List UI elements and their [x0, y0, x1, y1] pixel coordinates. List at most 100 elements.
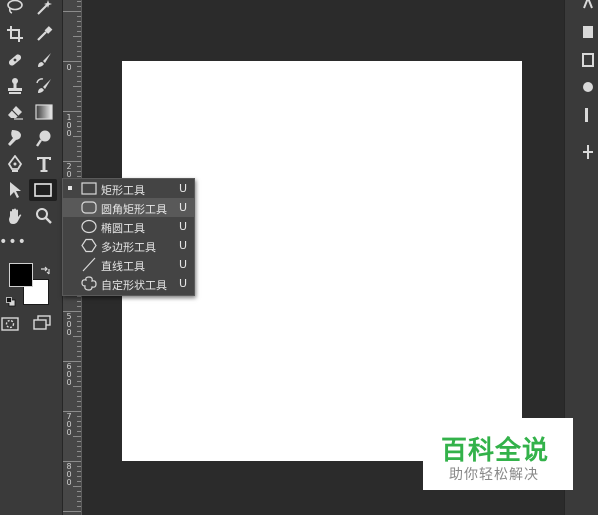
ruler-tick: [63, 311, 81, 312]
hand-tool-icon[interactable]: [2, 205, 28, 227]
ruler-tick: [77, 46, 81, 47]
ruler-tick: [77, 171, 81, 172]
gradient-tool-icon[interactable]: [31, 101, 57, 123]
eraser-tool-icon[interactable]: [2, 101, 28, 123]
menu-item-label: 矩形工具: [101, 184, 145, 197]
ruler-tick: [77, 416, 81, 417]
menu-item-line-tool[interactable]: 直线工具 U: [63, 255, 194, 274]
ruler-tick: [77, 146, 81, 147]
ruler-tick: [77, 101, 81, 102]
ruler-tick: [73, 386, 81, 387]
history-brush-tool-icon[interactable]: [31, 75, 57, 97]
ruler-tick: [77, 96, 81, 97]
ruler-label: 0: [66, 63, 72, 72]
ruler-tick: [77, 76, 81, 77]
menu-item-shortcut: U: [179, 220, 188, 233]
lasso-tool-icon[interactable]: [2, 0, 28, 18]
ruler-label: 800: [66, 462, 72, 487]
menu-item-label: 自定形状工具: [101, 279, 167, 292]
ruler-label: 500: [66, 312, 72, 337]
panel-button-icon[interactable]: [578, 50, 598, 70]
clone-stamp-tool-icon[interactable]: [2, 75, 28, 97]
ruler-tick: [77, 371, 81, 372]
rectangle-tool-icon[interactable]: [29, 179, 57, 201]
watermark-title: 百科全说: [441, 436, 550, 466]
ruler-tick: [77, 301, 81, 302]
path-selection-tool-icon[interactable]: [2, 179, 28, 201]
ruler-tick: [73, 436, 81, 437]
panel-button-icon[interactable]: [578, 0, 598, 14]
ruler-tick: [77, 106, 81, 107]
ruler-tick: [77, 296, 81, 297]
default-colors-icon[interactable]: [6, 292, 16, 307]
menu-item-shortcut: U: [179, 239, 188, 252]
eyedropper-tool-icon[interactable]: [31, 23, 57, 45]
ruler-tick: [63, 411, 81, 412]
ruler-tick: [77, 406, 81, 407]
foreground-color-swatch[interactable]: [9, 263, 33, 287]
ruler-tick: [77, 341, 81, 342]
ruler-tick: [77, 431, 81, 432]
ruler-tick: [77, 396, 81, 397]
selected-bullet-icon: [68, 186, 72, 190]
ruler-tick: [77, 66, 81, 67]
menu-item-polygon-tool[interactable]: 多边形工具 U: [63, 236, 194, 255]
magic-wand-tool-icon[interactable]: [31, 0, 57, 18]
shape-tool-flyout-menu: 矩形工具 U 圆角矩形工具 U 椭圆工具 U 多边形工具 U 直线工具 U 自定…: [62, 178, 195, 296]
ruler-tick: [77, 506, 81, 507]
swap-colors-icon[interactable]: [40, 261, 50, 275]
ruler-tick: [77, 81, 81, 82]
menu-item-label: 圆角矩形工具: [101, 203, 167, 216]
quick-mask-icon[interactable]: [1, 316, 19, 331]
ruler-tick: [77, 331, 81, 332]
menu-item-rounded-rectangle-tool[interactable]: 圆角矩形工具 U: [63, 198, 194, 217]
ruler-tick: [63, 61, 81, 62]
ruler-tick: [77, 176, 81, 177]
ruler-tick: [77, 351, 81, 352]
more-tools-button[interactable]: •••: [0, 231, 26, 253]
ruler-tick: [77, 446, 81, 447]
ruler-tick: [77, 321, 81, 322]
ruler-tick: [77, 376, 81, 377]
ruler-tick: [77, 306, 81, 307]
menu-item-ellipse-tool[interactable]: 椭圆工具 U: [63, 217, 194, 236]
panel-button-icon[interactable]: [578, 77, 598, 97]
ruler-tick: [77, 421, 81, 422]
ruler-tick: [77, 456, 81, 457]
ruler-tick: [77, 156, 81, 157]
menu-item-shortcut: U: [179, 201, 188, 214]
type-tool-icon[interactable]: [31, 153, 57, 175]
ruler-tick: [77, 131, 81, 132]
ruler-tick: [77, 121, 81, 122]
ruler-tick: [77, 471, 81, 472]
ruler-tick: [63, 361, 81, 362]
pen-tool-icon[interactable]: [2, 153, 28, 175]
dodge-tool-icon[interactable]: [31, 127, 57, 149]
zoom-tool-icon[interactable]: [31, 205, 57, 227]
ruler-tick: [77, 166, 81, 167]
panel-button-icon[interactable]: [578, 22, 598, 42]
ruler-tick: [77, 141, 81, 142]
ruler-tick: [63, 111, 81, 112]
ruler-tick: [77, 116, 81, 117]
ruler-tick: [77, 151, 81, 152]
smudge-tool-icon[interactable]: [2, 127, 28, 149]
ruler-tick: [77, 326, 81, 327]
ruler-tick: [77, 501, 81, 502]
ruler-tick: [63, 511, 81, 512]
polygon-icon: [81, 238, 97, 253]
panel-button-icon[interactable]: [578, 142, 598, 162]
rectangle-shape-icon: [81, 182, 97, 195]
watermark-subtitle: 助你轻松解决: [449, 467, 539, 483]
healing-brush-tool-icon[interactable]: [2, 49, 28, 71]
screen-mode-icon[interactable]: [33, 315, 51, 331]
menu-item-custom-shape-tool[interactable]: 自定形状工具 U: [63, 274, 194, 293]
brush-tool-icon[interactable]: [31, 49, 57, 71]
menu-item-rectangle-tool[interactable]: 矩形工具 U: [63, 179, 194, 198]
panel-button-icon[interactable]: [578, 105, 598, 125]
ruler-tick: [77, 316, 81, 317]
ruler-tick: [77, 426, 81, 427]
crop-tool-icon[interactable]: [2, 23, 28, 45]
ruler-label: 700: [66, 412, 72, 437]
ruler-tick: [63, 161, 81, 162]
